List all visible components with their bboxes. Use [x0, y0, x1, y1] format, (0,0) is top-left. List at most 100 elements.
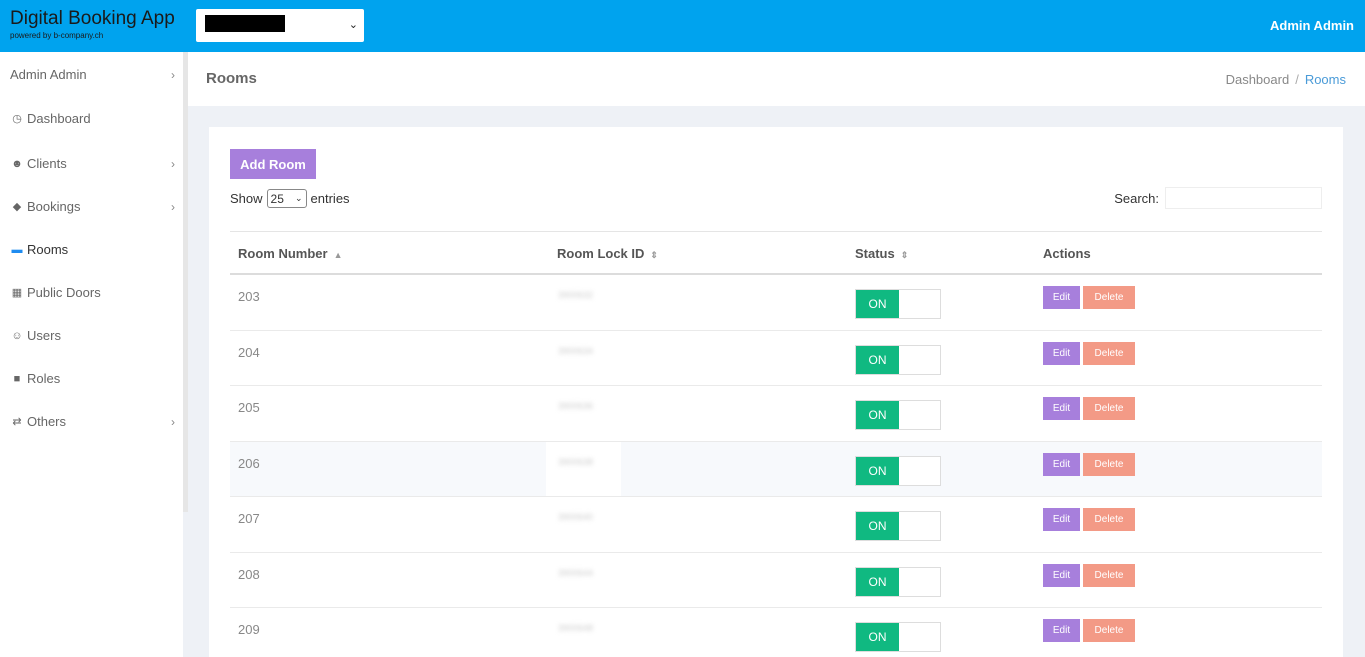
room-lock-id-value: 3900640 — [558, 512, 594, 522]
top-bar: Digital Booking App powered by b-company… — [0, 0, 1365, 52]
status-toggle[interactable]: ON — [855, 455, 941, 486]
status-toggle[interactable]: ON — [855, 622, 941, 652]
status-toggle[interactable]: ON — [855, 344, 941, 375]
edit-button[interactable]: Edit — [1043, 452, 1080, 476]
delete-button[interactable]: Delete — [1083, 619, 1135, 642]
tags-icon: ◆ — [12, 201, 22, 213]
sidebar-item-label: Roles — [27, 371, 61, 386]
entries-value: 25 — [270, 191, 284, 206]
edit-button[interactable]: Edit — [1043, 286, 1080, 309]
sidebar-item-public-doors[interactable]: ▦ Public Doors — [10, 285, 175, 300]
sidebar-item-label: Users — [27, 328, 61, 343]
delete-button[interactable]: Delete — [1083, 508, 1135, 531]
room-number: 203 — [238, 289, 260, 304]
column-label: Status — [855, 246, 895, 261]
table-row: 207 3900640 ON Edit Delete — [230, 497, 1322, 553]
users-icon: ☺ — [11, 329, 23, 342]
column-room-number[interactable]: Room Number ▲ — [238, 246, 342, 261]
room-lock-id-value: 3900636 — [558, 401, 594, 411]
table-row: 204 3900634 ON Edit Delete — [230, 330, 1322, 386]
chevron-right-icon: › — [171, 156, 175, 171]
table-row: 209 3900648 ON Edit Delete — [230, 608, 1322, 657]
edit-button[interactable]: Edit — [1043, 508, 1080, 531]
edit-button[interactable]: Edit — [1043, 341, 1080, 365]
sidebar-item-bookings[interactable]: ◆ Bookings › — [10, 199, 175, 214]
sidebar-user[interactable]: Admin Admin › — [10, 67, 175, 82]
redacted-value — [205, 15, 285, 32]
status-on-label: ON — [856, 401, 899, 429]
top-user-menu[interactable]: Admin Admin — [1270, 18, 1354, 33]
show-label: Show — [230, 191, 263, 206]
delete-button[interactable]: Delete — [1083, 452, 1135, 476]
table-row: 203 3900632 ON Edit Delete — [230, 275, 1322, 331]
sidebar-item-label: Dashboard — [27, 111, 91, 126]
delete-button[interactable]: Delete — [1083, 286, 1135, 309]
user-icon: ☻ — [11, 157, 23, 170]
rooms-card: Add Room Show 25 ⌄ entries Search: Room N… — [209, 127, 1343, 657]
chevron-right-icon: › — [171, 67, 175, 82]
exchange-icon: ⇄ — [12, 416, 22, 428]
search-input[interactable] — [1165, 187, 1322, 209]
room-number: 207 — [238, 511, 260, 526]
entries-select[interactable]: 25 ⌄ — [266, 189, 307, 208]
status-on-label: ON — [856, 512, 899, 540]
delete-button[interactable]: Delete — [1083, 563, 1135, 587]
status-on-label: ON — [856, 623, 899, 651]
status-on-label: ON — [856, 456, 899, 485]
edit-button[interactable]: Edit — [1043, 397, 1080, 420]
sort-asc-icon: ▲ — [333, 250, 343, 260]
column-label: Actions — [1043, 246, 1091, 261]
page-title: Rooms — [206, 70, 257, 87]
status-toggle[interactable]: ON — [855, 511, 941, 541]
sidebar-user-label: Admin Admin — [10, 67, 87, 82]
sidebar-item-rooms[interactable]: ▬ Rooms — [10, 242, 175, 257]
clock-icon: ◷ — [12, 113, 22, 125]
sidebar-item-users[interactable]: ☺ Users — [10, 328, 175, 343]
column-room-lock-id[interactable]: Room Lock ID ⇕ — [557, 246, 658, 261]
app-subtitle: powered by b-company.ch — [10, 31, 104, 40]
column-status[interactable]: Status ⇕ — [855, 246, 908, 261]
app-title: Digital Booking App — [10, 8, 175, 29]
breadcrumb-dashboard[interactable]: Dashboard — [1226, 72, 1290, 87]
sidebar-item-label: Bookings — [27, 199, 81, 214]
breadcrumb: Dashboard / Rooms — [1226, 72, 1346, 87]
status-toggle[interactable]: ON — [855, 400, 941, 430]
building-icon: ▦ — [11, 287, 23, 299]
status-toggle[interactable]: ON — [855, 289, 941, 319]
entries-label: entries — [310, 191, 350, 206]
room-lock-id-value: 3900648 — [558, 623, 594, 633]
sidebar-item-clients[interactable]: ☻ Clients › — [10, 156, 175, 171]
sidebar-item-roles[interactable]: ■ Roles — [10, 371, 175, 386]
delete-button[interactable]: Delete — [1083, 341, 1135, 365]
sidebar-item-label: Public Doors — [27, 285, 101, 300]
column-actions: Actions — [1043, 246, 1091, 261]
sidebar-scrollbar[interactable] — [183, 52, 188, 512]
table-header: Room Number ▲ Room Lock ID ⇕ Status ⇕ Actio… — [230, 231, 1322, 275]
sidebar: Admin Admin › ◷ Dashboard ☻ Clients › ◆ … — [0, 52, 183, 657]
chevron-right-icon: › — [171, 414, 175, 429]
table-row: 206 3900638 ON Edit Delete — [230, 441, 1322, 497]
chevron-down-icon: ⌄ — [348, 19, 358, 31]
sidebar-item-label: Rooms — [27, 242, 69, 257]
room-lock-id: 3900640 — [546, 497, 621, 552]
room-lock-id: 3900632 — [546, 275, 621, 330]
sidebar-item-others[interactable]: ⇄ Others › — [10, 414, 175, 429]
rooms-table: Room Number ▲ Room Lock ID ⇕ Status ⇕ Actio… — [230, 231, 1322, 657]
sidebar-item-dashboard[interactable]: ◷ Dashboard — [10, 111, 175, 126]
delete-button[interactable]: Delete — [1083, 397, 1135, 420]
table-row: 208 3900644 ON Edit Delete — [230, 552, 1322, 608]
room-lock-id-value: 3900632 — [558, 290, 594, 300]
status-toggle[interactable]: ON — [855, 566, 941, 597]
entries-length-control: Show 25 ⌄ entries — [230, 189, 350, 208]
edit-button[interactable]: Edit — [1043, 563, 1080, 587]
add-room-button[interactable]: Add Room — [230, 149, 316, 179]
edit-button[interactable]: Edit — [1043, 619, 1080, 642]
room-number: 209 — [238, 622, 260, 637]
room-lock-id-value: 3900634 — [558, 345, 594, 356]
room-number: 205 — [238, 400, 260, 415]
sidebar-item-label: Clients — [27, 156, 67, 171]
chevron-right-icon: › — [171, 199, 175, 214]
room-lock-id-value: 3900638 — [558, 456, 594, 467]
brand-logo[interactable]: Digital Booking App powered by b-company… — [10, 8, 175, 41]
organization-select[interactable]: ⌄ — [196, 9, 364, 42]
